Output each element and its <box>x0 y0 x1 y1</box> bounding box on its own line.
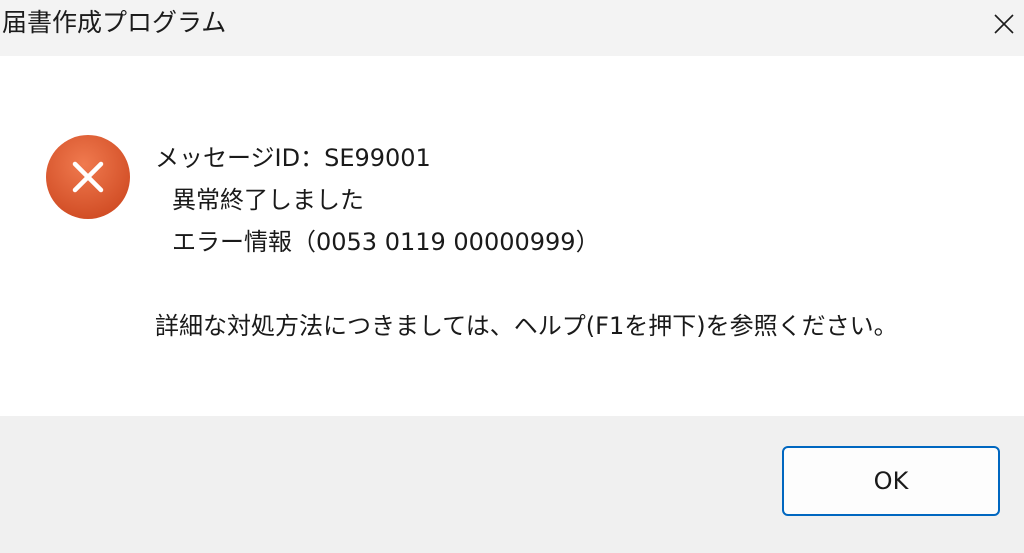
title-bar: 届書作成プログラム <box>0 0 1024 56</box>
status-text: 異常終了しました <box>172 186 364 214</box>
window-title: 届書作成プログラム <box>2 8 227 37</box>
message-area: メッセージID：SE99001 異常終了しました エラー情報（0053 0119… <box>0 56 1024 416</box>
ok-button[interactable]: OK <box>782 446 1000 516</box>
close-button[interactable] <box>984 0 1024 48</box>
help-text: 詳細な対処方法につきましては、ヘルプ(F1を押下)を参照ください。 <box>155 312 898 340</box>
error-info-text: エラー情報（0053 0119 00000999） <box>172 228 600 256</box>
message-id-text: メッセージID：SE99001 <box>155 144 431 172</box>
error-icon <box>46 135 130 219</box>
error-dialog: 届書作成プログラム メッセージID：SE99001 異常終了しました エラー情報… <box>0 0 1024 553</box>
close-icon <box>994 14 1014 34</box>
button-bar: OK <box>0 416 1024 553</box>
